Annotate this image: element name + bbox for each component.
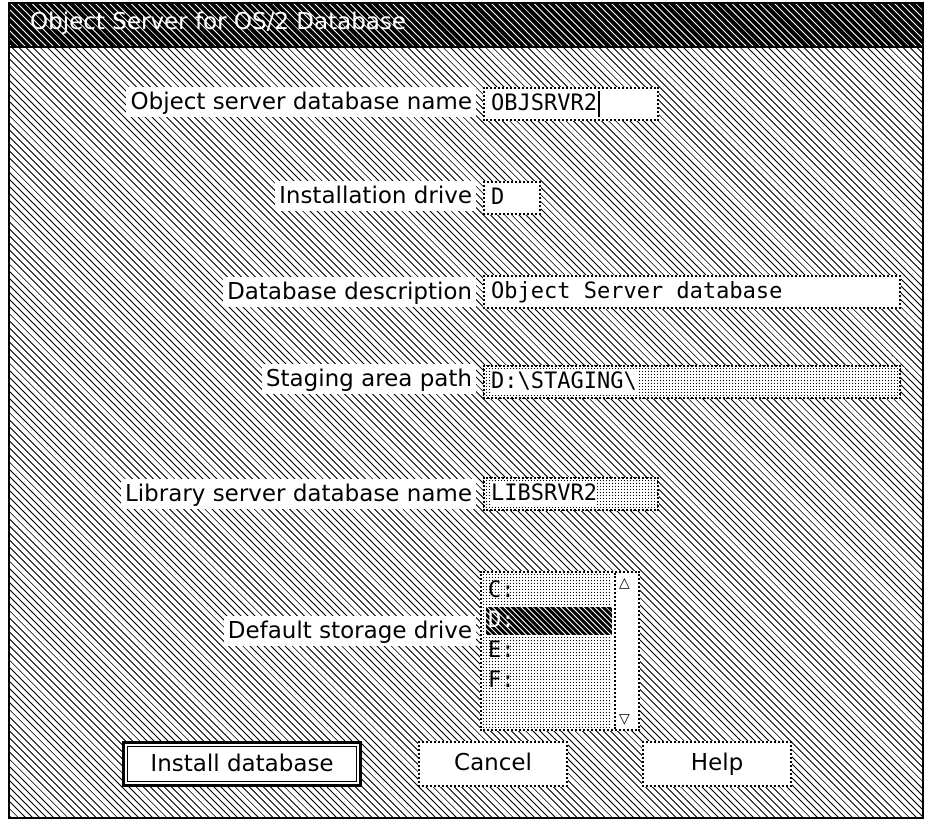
staging-area-path-label: Staging area path <box>261 364 476 394</box>
database-description-label: Database description <box>223 277 476 307</box>
cancel-button[interactable]: Cancel <box>418 741 568 787</box>
drive-option-f[interactable]: F: <box>486 667 612 695</box>
installation-drive-label: Installation drive <box>275 181 476 211</box>
window-title: Object Server for OS/2 Database <box>30 9 407 35</box>
dialog-window: Object Server for OS/2 Database Object s… <box>8 2 924 819</box>
installation-drive-input[interactable]: D <box>483 181 541 215</box>
default-storage-drive-listbox[interactable]: C: D: E: F: △ ▽ <box>480 571 640 731</box>
staging-area-path-value: D:\STAGING\ <box>491 369 637 394</box>
object-server-db-name-value: OBJSRVR2 <box>491 91 597 116</box>
staging-area-path-input[interactable]: D:\STAGING\ <box>483 365 901 399</box>
drive-option-c[interactable]: C: <box>486 577 612 605</box>
text-caret <box>597 91 600 117</box>
title-bar[interactable]: Object Server for OS/2 Database <box>10 4 922 48</box>
library-server-db-name-input[interactable]: LIBSRVR2 <box>483 477 659 511</box>
install-database-button[interactable]: Install database <box>122 741 362 787</box>
installation-drive-value: D <box>491 185 505 210</box>
object-server-db-name-label: Object server database name <box>126 87 476 117</box>
drive-option-d[interactable]: D: <box>486 607 612 635</box>
object-server-db-name-input[interactable]: OBJSRVR2 <box>483 87 659 121</box>
drive-list-area: C: D: E: F: <box>482 573 612 729</box>
database-description-input[interactable]: Object Server database <box>483 275 901 309</box>
scroll-up-arrow-icon[interactable]: △ <box>619 576 630 590</box>
drive-list-scrollbar[interactable]: △ ▽ <box>614 573 638 729</box>
default-storage-drive-label: Default storage drive <box>223 616 476 646</box>
library-server-db-name-label: Library server database name <box>120 479 476 509</box>
database-description-value: Object Server database <box>491 279 783 304</box>
library-server-db-name-value: LIBSRVR2 <box>491 481 597 506</box>
help-button[interactable]: Help <box>642 741 792 787</box>
scroll-down-arrow-icon[interactable]: ▽ <box>619 712 630 726</box>
drive-option-e[interactable]: E: <box>486 637 612 665</box>
